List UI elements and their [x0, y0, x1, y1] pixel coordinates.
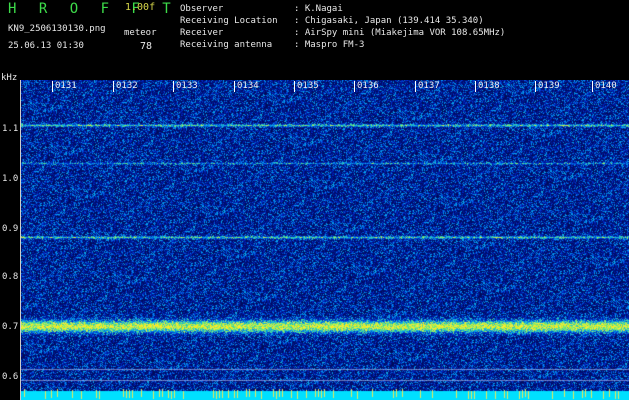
- y-tick-0-7: 0.7: [2, 322, 19, 332]
- x-tick-0139: 0139: [535, 81, 560, 92]
- meteor-count: 78: [140, 41, 153, 52]
- location-value: : Chigasaki, Japan (139.414 35.340): [294, 16, 484, 26]
- y-tick-1-0: 1.0: [2, 174, 19, 184]
- x-tick-0140: 0140: [592, 81, 617, 92]
- x-tick-0133: 0133: [173, 81, 198, 92]
- location-label: Receiving Location: [180, 16, 278, 26]
- antenna-value: : Maspro FM-3: [294, 40, 365, 50]
- receiver-value: : AirSpy mini (Miakejima VOR 108.65MHz): [294, 28, 506, 38]
- receiver-label: Receiver: [180, 28, 224, 38]
- antenna-label: Receiving antenna: [180, 40, 273, 50]
- x-tick-0138: 0138: [475, 81, 500, 92]
- filename-label: KN9_2506130130.png: [8, 24, 106, 34]
- y-tick-0-9: 0.9: [2, 224, 19, 234]
- version-label: 1.00f: [125, 2, 156, 13]
- y-tick-1-1: 1.1: [2, 124, 19, 134]
- meteor-label: meteor: [124, 28, 157, 38]
- spectrogram-plot: [21, 80, 629, 400]
- x-tick-0131: 0131: [52, 81, 77, 92]
- y-tick-0-6: 0.6: [2, 372, 19, 382]
- observer-value: : K.Nagai: [294, 4, 343, 14]
- y-tick-0-8: 0.8: [2, 272, 19, 282]
- y-axis-unit: kHz: [1, 73, 18, 83]
- observer-label: Observer: [180, 4, 224, 14]
- x-tick-0135: 0135: [294, 81, 319, 92]
- y-axis-line: [20, 80, 21, 400]
- x-tick-0137: 0137: [415, 81, 440, 92]
- x-tick-0132: 0132: [113, 81, 138, 92]
- x-tick-0136: 0136: [354, 81, 379, 92]
- x-tick-0134: 0134: [234, 81, 259, 92]
- datetime-label: 25.06.13 01:30: [8, 41, 84, 51]
